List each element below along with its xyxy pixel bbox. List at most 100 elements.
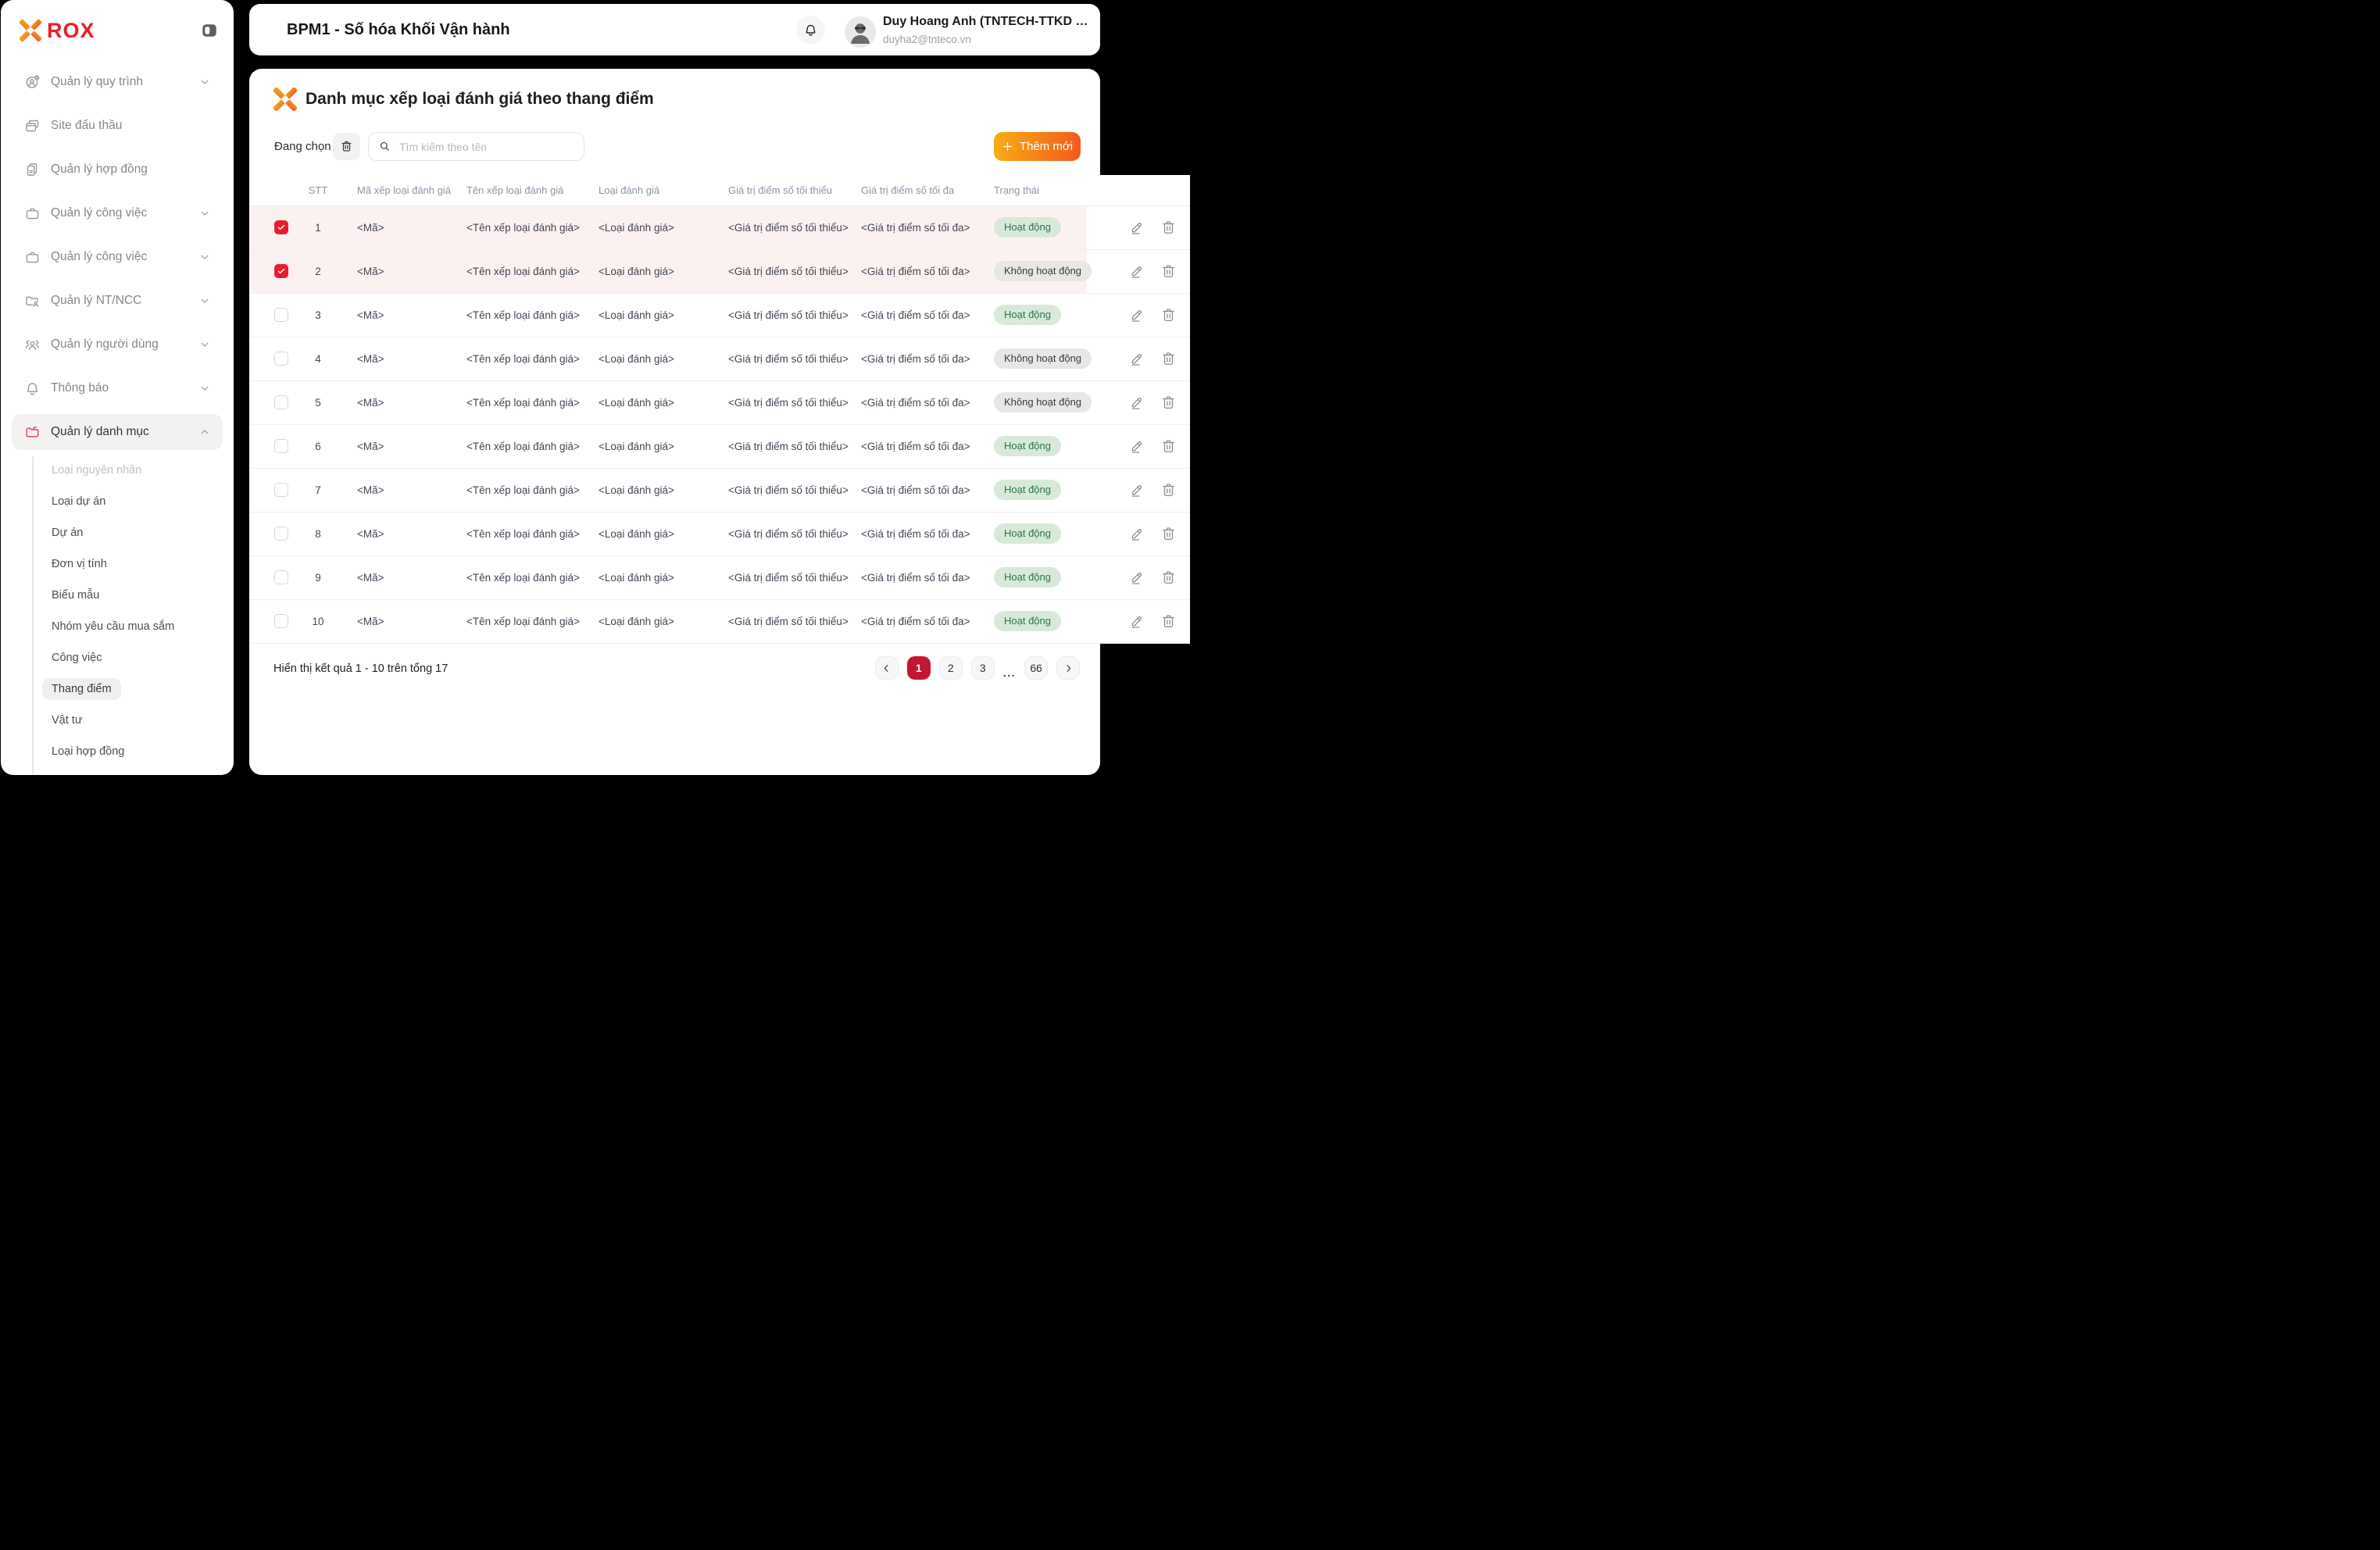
cell-max: <Giá trị điểm số tối đa> <box>861 397 970 409</box>
sidebar-subitem-label: Công việc <box>52 652 102 664</box>
sidebar: ROX Quản lý quy trình Site đấu thầu Quản l… <box>1 0 234 775</box>
row-checkbox[interactable] <box>274 220 288 234</box>
sidebar-item[interactable]: Site đấu thầu <box>12 104 223 148</box>
page-head: Danh mục xếp loại đánh giá theo thang đi… <box>273 88 654 111</box>
row-checkbox[interactable] <box>274 395 288 409</box>
cell-max: <Giá trị điểm số tối đa> <box>861 484 970 496</box>
notifications-button[interactable] <box>796 16 825 45</box>
pagination-page-button[interactable]: 2 <box>938 656 963 680</box>
user-avatar[interactable] <box>845 16 876 48</box>
delete-button[interactable] <box>1157 523 1179 545</box>
delete-button[interactable] <box>1157 566 1179 588</box>
search-input[interactable] <box>398 139 557 154</box>
sidebar-item[interactable]: Thông báo <box>12 366 223 410</box>
cell-min: <Giá trị điểm số tối thiểu> <box>728 353 849 365</box>
edit-button[interactable] <box>1126 260 1148 282</box>
sidebar-subitem[interactable]: Nhóm yêu cầu mua sắm <box>12 611 223 642</box>
search-box <box>368 132 584 161</box>
delete-button[interactable] <box>1157 610 1179 632</box>
pagination-ellipsis: ... <box>1002 666 1016 679</box>
sidebar-subitem[interactable]: Dự án <box>12 517 223 548</box>
chevron-down-icon <box>199 339 210 350</box>
table-row: 4 <Mã> <Tên xếp loại đánh giá> <Loại đánh g… <box>249 338 1190 381</box>
sidebar-collapse-icon[interactable] <box>201 22 218 39</box>
cell-name: <Tên xếp loại đánh giá> <box>466 572 580 584</box>
pagination-prev-button[interactable] <box>874 656 899 680</box>
sidebar-item-label: Quản lý hợp đồng <box>51 162 148 176</box>
cell-max: <Giá trị điểm số tối đa> <box>861 528 970 540</box>
edit-button[interactable] <box>1126 435 1148 457</box>
sidebar-item[interactable]: Quản lý hợp đồng <box>12 148 223 191</box>
edit-button[interactable] <box>1126 479 1148 501</box>
pagination-page-button[interactable]: 3 <box>970 656 995 680</box>
sidebar-item[interactable]: Quản lý danh mục <box>12 414 223 450</box>
delete-button[interactable] <box>1157 260 1179 282</box>
edit-button[interactable] <box>1126 216 1148 238</box>
delete-button[interactable] <box>1157 435 1179 457</box>
user-name[interactable]: Duy Hoang Anh (TNTECH-TTKD TKT... <box>883 15 1090 29</box>
sidebar-item[interactable]: Quản lý công việc <box>12 235 223 279</box>
row-checkbox[interactable] <box>274 264 288 278</box>
cell-max: <Giá trị điểm số tối đa> <box>861 353 970 365</box>
row-checkbox[interactable] <box>274 527 288 541</box>
sidebar-subitem-label: Thang điểm <box>42 678 121 700</box>
trash-icon <box>341 141 352 152</box>
cell-type: <Loại đánh giá> <box>599 309 674 321</box>
pagination-next-button[interactable] <box>1056 656 1080 680</box>
sidebar-subitem-label: Nhóm yêu cầu mua sắm <box>52 620 175 633</box>
chevron-down-icon <box>199 77 210 88</box>
edit-button[interactable] <box>1126 391 1148 413</box>
bulk-delete-button[interactable] <box>333 133 360 160</box>
table-row: 7 <Mã> <Tên xếp loại đánh giá> <Loại đánh g… <box>249 469 1190 512</box>
sidebar-item[interactable]: Quản lý NT/NCC <box>12 279 223 323</box>
cell-stt: 9 <box>315 572 321 584</box>
sidebar-subitem[interactable]: Vật tư <box>12 705 223 736</box>
delete-button[interactable] <box>1157 391 1179 413</box>
edit-button[interactable] <box>1126 610 1148 632</box>
sidebar-submenu: Loại nguyên nhân Loại dự án Dự án Đơn vị tí… <box>12 455 223 767</box>
sidebar-subitem[interactable]: Loại nguyên nhân <box>12 455 223 486</box>
folder-icon <box>24 424 41 441</box>
sidebar-subitem[interactable]: Biểu mẫu <box>12 580 223 611</box>
plus-icon <box>1002 141 1013 152</box>
sidebar-item[interactable]: Quản lý người dùng <box>12 323 223 366</box>
row-checkbox[interactable] <box>274 439 288 453</box>
sidebar-subitem[interactable]: Đơn vị tính <box>12 548 223 580</box>
delete-button[interactable] <box>1157 479 1179 501</box>
edit-button[interactable] <box>1126 348 1148 370</box>
row-checkbox[interactable] <box>274 483 288 497</box>
row-checkbox[interactable] <box>274 614 288 628</box>
edit-button[interactable] <box>1126 523 1148 545</box>
delete-button[interactable] <box>1157 348 1179 370</box>
delete-button[interactable] <box>1157 304 1179 326</box>
sidebar-subitem[interactable]: Công việc <box>12 642 223 673</box>
sidebar-subitem-label: Loại nguyên nhân <box>52 464 142 477</box>
table-row: 9 <Mã> <Tên xếp loại đánh giá> <Loại đánh g… <box>249 556 1190 600</box>
sidebar-item[interactable]: Quản lý công việc <box>12 191 223 235</box>
table-row: 10 <Mã> <Tên xếp loại đánh giá> <Loại đánh … <box>249 600 1190 644</box>
pagination-page-button[interactable]: 66 <box>1024 656 1048 680</box>
cell-stt: 3 <box>315 309 321 321</box>
edit-button[interactable] <box>1126 566 1148 588</box>
user-email: duyha2@tnteco.vn <box>883 34 971 45</box>
row-checkbox[interactable] <box>274 352 288 366</box>
sidebar-subitem[interactable]: Loại dự án <box>12 486 223 517</box>
add-new-button[interactable]: Thêm mới <box>994 132 1081 161</box>
sidebar-subitem[interactable]: Loại hợp đồng <box>12 736 223 767</box>
edit-button[interactable] <box>1126 304 1148 326</box>
table-row: 6 <Mã> <Tên xếp loại đánh giá> <Loại đánh g… <box>249 425 1190 469</box>
cell-max: <Giá trị điểm số tối đa> <box>861 572 970 584</box>
row-checkbox[interactable] <box>274 570 288 584</box>
folder-user-icon <box>24 293 41 309</box>
sidebar-item[interactable]: Quản lý quy trình <box>12 60 223 104</box>
row-checkbox[interactable] <box>274 308 288 322</box>
table-row: 8 <Mã> <Tên xếp loại đánh giá> <Loại đánh g… <box>249 512 1190 556</box>
pagination-page-button[interactable]: 1 <box>906 656 931 680</box>
cell-type: <Loại đánh giá> <box>599 484 674 496</box>
sidebar-subitem-label: Biểu mẫu <box>52 589 100 602</box>
sidebar-item-label: Quản lý quy trình <box>51 75 144 88</box>
sidebar-subitem[interactable]: Thang điểm <box>12 673 223 705</box>
cell-stt: 2 <box>315 266 321 277</box>
delete-button[interactable] <box>1157 216 1179 238</box>
sidebar-subitem-label: Dự án <box>52 527 84 539</box>
